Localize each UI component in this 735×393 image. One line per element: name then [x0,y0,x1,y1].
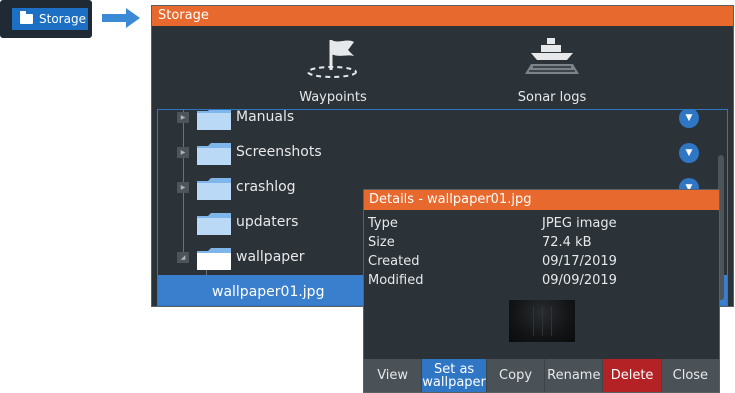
file-name: wallpaper01.jpg [212,284,325,300]
list-item[interactable]: ▶ Manuals ▼ [158,109,713,134]
chevron-down-icon[interactable]: ▼ [679,143,699,163]
folder-icon [20,11,33,24]
details-value: JPEG image [542,216,617,231]
set-as-wallpaper-button[interactable]: Set as wallpaper [421,359,486,392]
sonar-logs-label: Sonar logs [517,90,587,105]
folder-icon [197,143,231,165]
close-button[interactable]: Close [660,359,719,392]
file-name: crashlog [236,179,296,195]
rename-button[interactable]: Rename [544,359,603,392]
expand-arrow-icon[interactable]: ▶ [177,147,189,158]
folder-icon [197,213,231,235]
waypoints-button[interactable]: Waypoints [263,36,403,105]
details-row: Created 09/17/2019 [368,254,708,273]
thumbnail-detail [551,306,552,336]
details-dialog: Details - wallpaper01.jpg Type JPEG imag… [363,189,720,393]
details-key: Created [368,254,420,269]
details-row: Modified 09/09/2019 [368,273,708,292]
details-value: 72.4 kB [542,235,592,250]
details-key: Type [368,216,398,231]
thumbnail-detail [542,306,543,336]
arrow-right-icon [102,8,140,28]
details-table: Type JPEG image Size 72.4 kB Created 09/… [368,216,708,292]
folder-icon [197,110,231,130]
collapse-arrow-icon[interactable]: ◢ [177,252,189,263]
details-row: Type JPEG image [368,216,708,235]
file-name: wallpaper [236,249,305,265]
details-title: Details - wallpaper01.jpg [364,190,719,210]
waypoints-label: Waypoints [299,90,367,105]
folder-open-icon [197,248,231,270]
delete-button[interactable]: Delete [602,359,661,392]
file-name: Screenshots [236,144,322,160]
details-key: Size [368,235,395,250]
expand-arrow-icon[interactable]: ▶ [177,182,189,193]
details-row: Size 72.4 kB [368,235,708,254]
file-name: updaters [236,214,299,230]
image-thumbnail [509,300,575,342]
expand-arrow-icon[interactable]: ▶ [177,112,189,123]
waypoint-flag-icon [307,40,357,78]
thumbnail-detail [533,306,534,336]
window-title: Storage [152,6,733,26]
storage-shortcut-label: Storage [39,12,86,26]
list-item[interactable]: ▶ Screenshots ▼ [158,135,713,169]
storage-shortcut[interactable]: Storage [0,0,92,38]
view-button[interactable]: View [364,359,422,392]
copy-button[interactable]: Copy [485,359,545,392]
storage-shortcut-button[interactable]: Storage [12,8,88,30]
folder-icon [197,178,231,200]
chevron-down-icon[interactable]: ▼ [679,110,699,128]
sonar-ship-icon [525,38,579,74]
details-value: 09/17/2019 [542,254,617,269]
details-button-bar: View Set as wallpaper Copy Rename Delete… [364,359,719,392]
file-name: Manuals [236,109,295,125]
details-key: Modified [368,273,424,288]
sonar-logs-button[interactable]: Sonar logs [482,36,622,105]
details-value: 09/09/2019 [542,273,617,288]
